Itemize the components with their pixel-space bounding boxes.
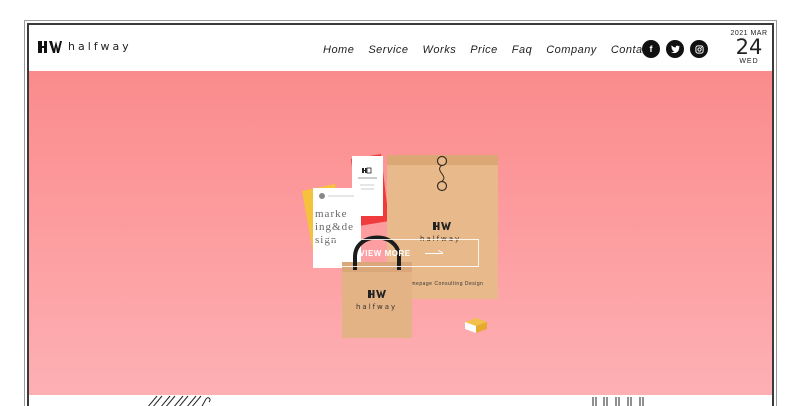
view-more-button[interactable]: VIEW MORE bbox=[323, 239, 479, 267]
social-links: f bbox=[642, 40, 708, 58]
date-weekday: WED bbox=[739, 58, 759, 65]
nav-works[interactable]: Works bbox=[423, 44, 457, 56]
site-header: halfway Home Service Works Price Faq Com… bbox=[29, 25, 772, 71]
section-divider bbox=[29, 395, 772, 406]
logo-wordmark: halfway bbox=[68, 40, 132, 53]
main-nav: Home Service Works Price Faq Company Con… bbox=[323, 44, 652, 56]
facebook-icon[interactable]: f bbox=[642, 40, 660, 58]
date-day: 24 bbox=[735, 35, 763, 59]
decorative-stripes bbox=[148, 395, 644, 406]
nav-home[interactable]: Home bbox=[323, 44, 354, 56]
hero-section: marke ing&de sign halfway Homepage Consu… bbox=[29, 71, 772, 395]
shopping-bag bbox=[342, 262, 412, 338]
nav-price[interactable]: Price bbox=[470, 44, 498, 56]
envelope-string-button-top bbox=[436, 155, 448, 167]
envelope-string-button-bottom bbox=[436, 180, 448, 192]
nav-company[interactable]: Company bbox=[546, 44, 597, 56]
nav-service[interactable]: Service bbox=[368, 44, 408, 56]
view-more-label: VIEW MORE bbox=[359, 248, 411, 258]
svg-text:ing&de: ing&de bbox=[315, 221, 354, 233]
nav-faq[interactable]: Faq bbox=[512, 44, 532, 56]
logo-mark-icon bbox=[38, 40, 62, 53]
site-logo[interactable]: halfway bbox=[38, 40, 132, 53]
svg-text:Homepage Consulting Design: Homepage Consulting Design bbox=[404, 281, 483, 287]
arrow-right-icon bbox=[424, 252, 443, 254]
date-display: 2021 MAR 24 WED bbox=[726, 30, 772, 65]
branding-mockup-illustration: marke ing&de sign halfway Homepage Consu… bbox=[302, 154, 498, 338]
instagram-icon[interactable] bbox=[690, 40, 708, 58]
svg-text:halfway: halfway bbox=[356, 303, 397, 311]
twitter-icon[interactable] bbox=[666, 40, 684, 58]
page-frame: halfway Home Service Works Price Faq Com… bbox=[27, 23, 774, 406]
svg-text:marke: marke bbox=[315, 208, 347, 220]
